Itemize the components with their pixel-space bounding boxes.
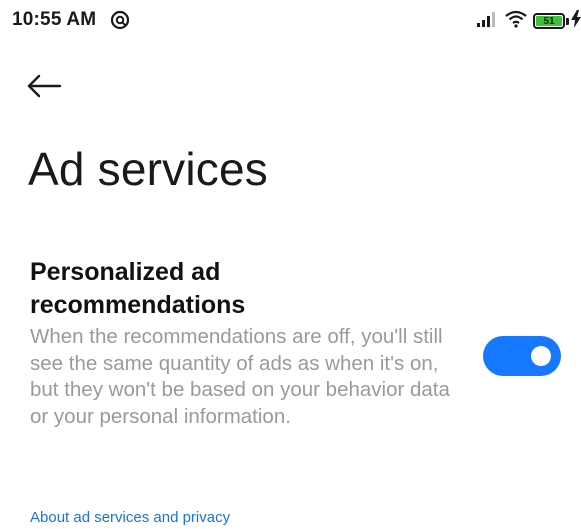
arrow-left-icon [26, 74, 62, 103]
status-bar: 10:55 AM 51 [0, 0, 581, 44]
ad-services-screen: 10:55 AM 51 Ad services Personalized ad … [0, 0, 581, 529]
personalized-ads-setting[interactable]: Personalized ad recommendations When the… [0, 252, 581, 472]
page-title: Ad services [28, 143, 268, 195]
cellular-signal-icon [477, 11, 499, 32]
about-ad-services-link[interactable]: About ad services and privacy [30, 509, 230, 526]
battery-icon: 51 [533, 13, 569, 29]
battery-level: 51 [533, 13, 565, 29]
charging-bolt-icon [571, 9, 581, 33]
status-icons: 51 [471, 9, 581, 33]
setting-description: When the recommendations are off, you'll… [30, 325, 450, 428]
back-button[interactable] [26, 70, 70, 106]
vpn-key-icon [110, 10, 130, 30]
battery-tip [566, 17, 569, 25]
personalized-ads-toggle[interactable] [483, 336, 561, 376]
status-time: 10:55 AM [12, 9, 97, 30]
setting-title: Personalized ad recommendations [30, 258, 246, 319]
wifi-icon [505, 10, 527, 33]
toggle-knob [531, 346, 551, 366]
